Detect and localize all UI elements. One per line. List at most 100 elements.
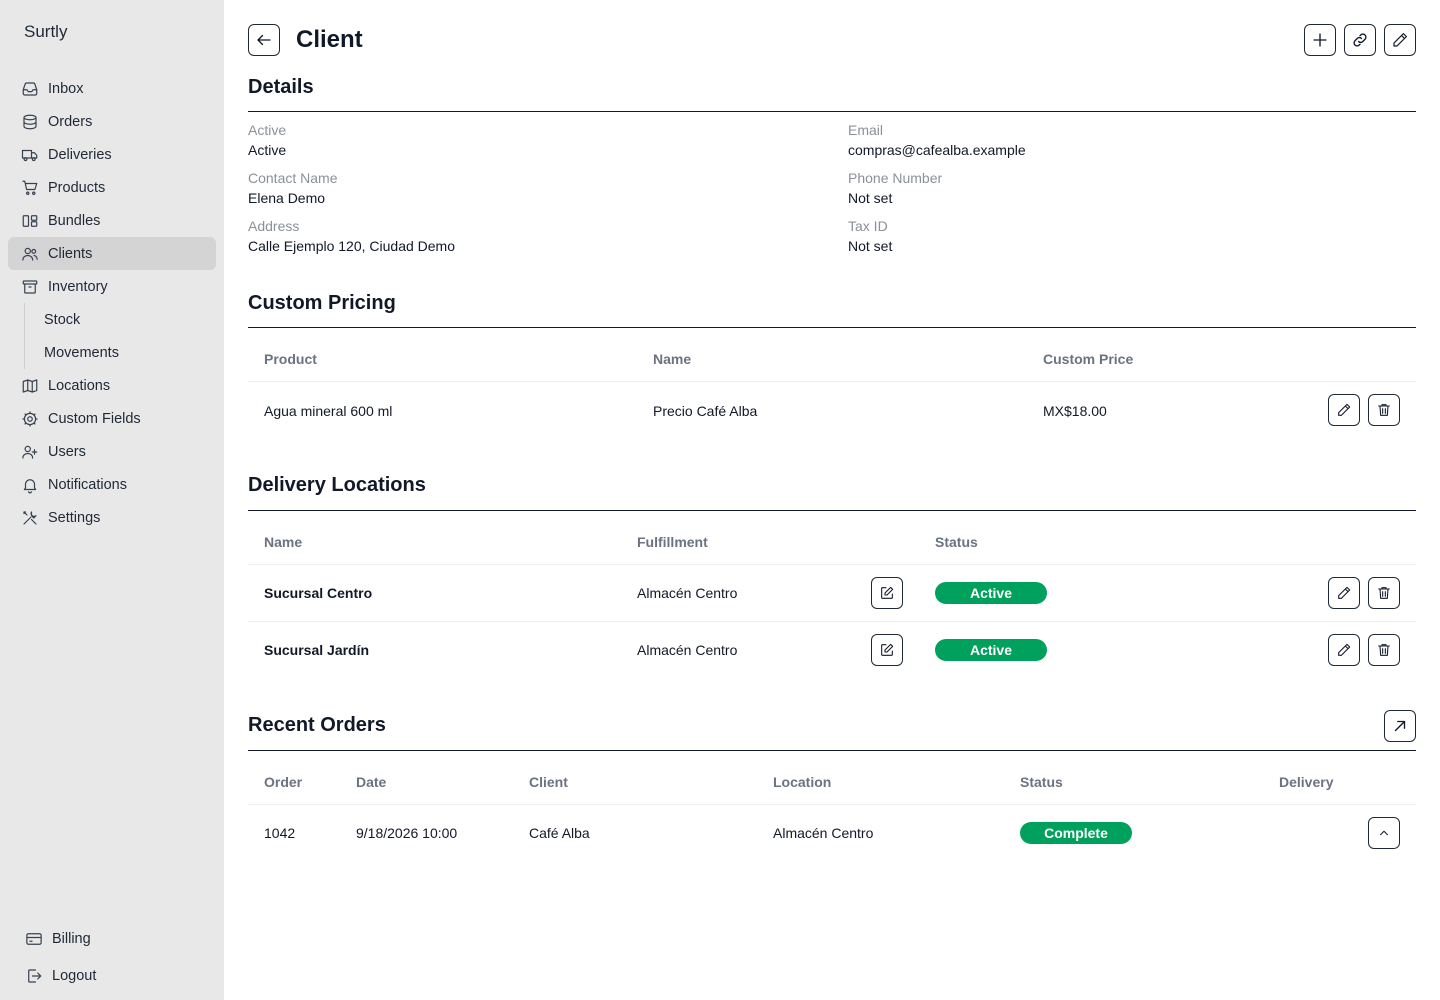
sidebar-item-inventory[interactable]: Inventory [8,270,216,303]
copy-link-button[interactable] [1344,24,1376,56]
users-icon [20,244,40,264]
link-icon [1351,31,1369,49]
back-button[interactable] [248,24,280,56]
edit-square-icon [879,585,895,601]
detail-label: Email [848,122,884,138]
detail-label: Address [248,218,300,234]
detail-value: Calle Ejemplo 120, Ciudad Demo [248,238,455,254]
sidebar-item-notifications[interactable]: Notifications [8,468,216,501]
edit-location-button[interactable] [1328,634,1360,666]
sidebar-item-label: Billing [52,930,91,947]
sidebar-item-label: Deliveries [48,146,112,163]
column-header-client: Client [529,774,568,790]
sidebar-item-label: Products [48,179,106,196]
delete-location-button[interactable] [1368,577,1400,609]
row-divider [248,564,1416,565]
delivery-locations-heading: Delivery Locations [248,474,426,496]
map-icon [20,376,40,396]
delivery-locations-divider [248,510,1416,511]
detail-email: Email compras@cafealba.example [848,122,1026,158]
column-header-name: Name [653,351,692,367]
pricing-price-cell: MX$18.00 [1043,403,1107,419]
sidebar-item-billing[interactable]: Billing [16,920,208,957]
detail-label: Tax ID [848,218,888,234]
order-number-cell: 1042 [264,825,296,841]
add-button[interactable] [1304,24,1336,56]
pricing-product-cell: Agua mineral 600 ml [264,403,393,419]
sidebar-item-logout[interactable]: Logout [16,957,208,994]
page-title: Client [296,26,363,53]
row-divider [248,381,1416,382]
sidebar-item-settings[interactable]: Settings [8,501,216,534]
trash-icon [1376,642,1392,658]
column-header-custom-price: Custom Price [1043,351,1134,367]
truck-icon [20,145,40,165]
order-date-cell: 9/18/2026 10:00 [356,825,458,841]
sidebar-nav: Inbox Orders Deliveries Products Bundles… [8,72,216,534]
cog-icon [20,409,40,429]
open-orders-button[interactable] [1384,710,1416,742]
edit-client-button[interactable] [1384,24,1416,56]
bell-icon [20,475,40,495]
sidebar-item-locations[interactable]: Locations [8,369,216,402]
sidebar-item-label: Stock [44,311,81,328]
edit-fulfillment-button[interactable] [871,577,903,609]
archive-icon [20,277,40,297]
pencil-icon [1336,402,1352,418]
detail-value: Not set [848,190,893,206]
sidebar-item-stock[interactable]: Stock [8,303,216,336]
sidebar-item-deliveries[interactable]: Deliveries [8,138,216,171]
arrow-left-icon [255,31,273,49]
sidebar-item-users[interactable]: Users [8,435,216,468]
delete-location-button[interactable] [1368,634,1400,666]
sidebar-item-inbox[interactable]: Inbox [8,72,216,105]
edit-pricing-button[interactable] [1328,394,1360,426]
detail-value: Not set [848,238,893,254]
sidebar-item-products[interactable]: Products [8,171,216,204]
pencil-icon [1391,31,1409,49]
detail-value: compras@cafealba.example [848,142,1026,158]
sidebar: Surtly Inbox Orders Deliveries Products … [0,0,224,1000]
sidebar-item-custom-fields[interactable]: Custom Fields [8,402,216,435]
sidebar-item-orders[interactable]: Orders [8,105,216,138]
edit-fulfillment-button[interactable] [871,634,903,666]
expand-delivery-button[interactable] [1368,817,1400,849]
pencil-icon [1336,642,1352,658]
location-fulfillment-cell: Almacén Centro [637,585,738,601]
column-header-delivery: Delivery [1279,774,1334,790]
sidebar-item-label: Inventory [48,278,108,295]
tools-icon [20,508,40,528]
sidebar-item-movements[interactable]: Movements [8,336,216,369]
detail-value: Active [248,142,287,158]
column-header-status: Status [935,534,978,550]
inventory-subnav: Stock Movements [8,303,216,369]
detail-contact-name: Contact Name Elena Demo [248,170,337,206]
plus-icon [1311,31,1329,49]
recent-orders-heading: Recent Orders [248,714,386,736]
sidebar-item-label: Movements [44,344,119,361]
edit-location-button[interactable] [1328,577,1360,609]
detail-value: Elena Demo [248,190,326,206]
column-header-name: Name [264,534,303,550]
sidebar-item-label: Custom Fields [48,410,141,427]
cart-icon [20,178,40,198]
location-name-cell: Sucursal Jardín [264,642,370,658]
delete-pricing-button[interactable] [1368,394,1400,426]
sidebar-footer: Billing Logout [16,920,208,994]
sidebar-item-label: Locations [48,377,111,394]
logout-icon [24,966,44,986]
sidebar-item-bundles[interactable]: Bundles [8,204,216,237]
column-header-status: Status [1020,774,1063,790]
status-badge: Active [935,582,1047,604]
order-client-cell: Café Alba [529,825,590,841]
custom-pricing-divider [248,327,1416,328]
column-header-location: Location [773,774,832,790]
sidebar-item-label: Orders [48,113,93,130]
sidebar-item-clients[interactable]: Clients [8,237,216,270]
status-badge: Complete [1020,822,1132,844]
sidebar-item-label: Users [48,443,86,460]
sidebar-item-label: Notifications [48,476,127,493]
database-icon [20,112,40,132]
user-plus-icon [20,442,40,462]
details-heading: Details [248,76,314,98]
